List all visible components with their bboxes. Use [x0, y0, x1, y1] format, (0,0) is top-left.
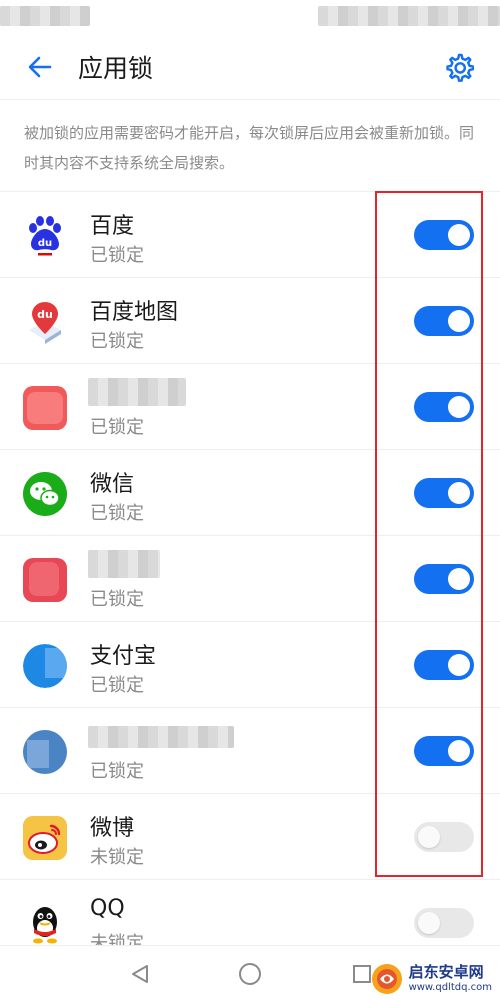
toggle-knob — [448, 310, 470, 332]
baidu-map-icon: du — [23, 300, 67, 344]
status-bar-left-blur — [0, 6, 90, 26]
list-item[interactable]: 已锁定 — [0, 535, 500, 621]
lock-status: 未锁定 — [90, 847, 144, 868]
list-item[interactable]: du 百度地图 已锁定 — [0, 277, 500, 363]
lock-toggle[interactable] — [414, 392, 474, 422]
lock-toggle[interactable] — [414, 306, 474, 336]
blurred-app-icon — [23, 558, 67, 602]
triangle-back-icon — [132, 965, 148, 983]
watermark-title: 启东安卓网 — [408, 963, 484, 981]
status-bar-right-blur — [318, 6, 500, 26]
weibo-icon — [23, 816, 67, 860]
back-button[interactable] — [14, 41, 66, 93]
lock-status: 已锁定 — [90, 589, 144, 610]
list-item[interactable]: 支付宝 已锁定 — [0, 621, 500, 707]
lock-toggle[interactable] — [414, 822, 474, 852]
blurred-app-icon — [23, 386, 67, 430]
list-item[interactable]: 已锁定 — [0, 707, 500, 793]
nav-back-button[interactable] — [126, 960, 154, 988]
list-item[interactable]: 已锁定 — [0, 363, 500, 449]
back-arrow-icon — [28, 56, 52, 77]
svg-text:du: du — [37, 308, 53, 321]
lock-toggle[interactable] — [414, 736, 474, 766]
list-item[interactable]: 微信 已锁定 — [0, 449, 500, 535]
toggle-knob — [448, 396, 470, 418]
watermark-text: 启东安卓网 www.qdltdq.com — [409, 965, 492, 993]
app-name: 微信 — [90, 472, 135, 497]
wechat-icon — [23, 472, 67, 516]
toggle-knob — [418, 912, 440, 934]
blurred-app-name — [88, 378, 186, 406]
status-bar — [0, 0, 500, 34]
lock-toggle[interactable] — [414, 478, 474, 508]
toggle-knob — [448, 482, 470, 504]
qq-icon — [23, 902, 67, 946]
lock-toggle[interactable] — [414, 650, 474, 680]
app-name: 支付宝 — [90, 644, 157, 669]
watermark-url: www.qdltdq.com — [408, 982, 492, 993]
app-name: 百度地图 — [90, 300, 179, 325]
lock-description: 被加锁的应用需要密码才能开启，每次锁屏后应用会被重新加锁。同时其内容不支持系统全… — [24, 124, 475, 172]
gear-icon — [446, 53, 474, 82]
toggle-knob — [448, 740, 470, 762]
watermark-logo-icon — [371, 964, 402, 994]
toggle-knob — [448, 654, 470, 676]
svg-text:du: du — [38, 238, 52, 249]
blurred-app-name — [88, 726, 234, 748]
lock-toggle[interactable] — [414, 908, 474, 938]
lock-status: 已锁定 — [90, 245, 144, 266]
circle-home-icon — [239, 963, 261, 985]
blurred-app-name — [88, 550, 160, 578]
list-item[interactable]: du 百度 已锁定 — [0, 191, 500, 277]
app-name: 微博 — [90, 816, 135, 841]
app-name: QQ — [90, 896, 125, 921]
baidu-icon: du — [23, 214, 67, 258]
page-title: 应用锁 — [78, 53, 154, 83]
watermark: 启东安卓网 www.qdltdq.com — [371, 962, 492, 996]
lock-status: 已锁定 — [90, 761, 144, 782]
app-name: 百度 — [90, 214, 135, 239]
nav-home-button[interactable] — [236, 960, 264, 988]
list-item[interactable]: 微博 未锁定 — [0, 793, 500, 879]
lock-status: 已锁定 — [90, 675, 144, 696]
app-bar: 应用锁 — [0, 34, 500, 100]
lock-status: 已锁定 — [90, 503, 144, 524]
blurred-app-icon — [23, 730, 67, 774]
lock-toggle[interactable] — [414, 564, 474, 594]
lock-status: 已锁定 — [90, 331, 144, 352]
toggle-knob — [448, 568, 470, 590]
toggle-knob — [418, 826, 440, 848]
lock-status: 已锁定 — [90, 417, 144, 438]
alipay-icon — [23, 644, 67, 688]
settings-button[interactable] — [438, 46, 480, 88]
lock-toggle[interactable] — [414, 220, 474, 250]
toggle-knob — [448, 224, 470, 246]
app-list: du 百度 已锁定 du 百度地图 已锁定 已锁定 微信 已锁定 已锁定 支付宝… — [0, 191, 500, 965]
